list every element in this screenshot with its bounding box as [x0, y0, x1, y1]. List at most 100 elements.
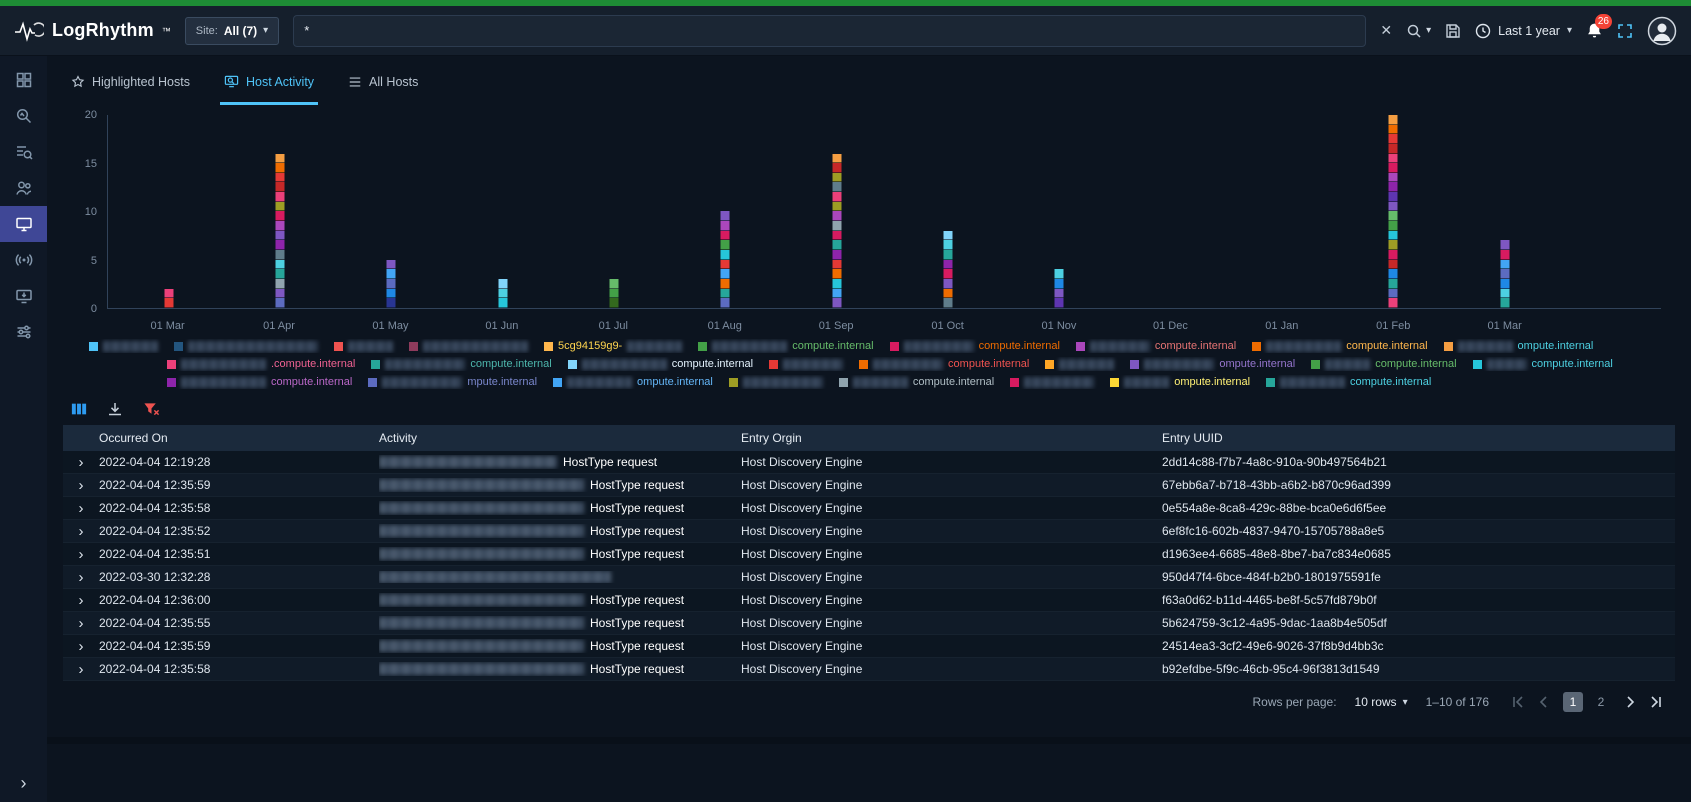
bar-segment[interactable]: [1055, 289, 1064, 299]
bar-segment[interactable]: [944, 298, 953, 308]
bar-segment[interactable]: [275, 182, 284, 192]
bar-segment[interactable]: [1389, 134, 1398, 144]
bar-segment[interactable]: [1389, 144, 1398, 154]
bar-segment[interactable]: [832, 154, 841, 164]
legend-item[interactable]: 5cg94159g9-: [544, 340, 682, 352]
bar-segment[interactable]: [832, 298, 841, 308]
sidebar-item-searches[interactable]: [0, 134, 47, 170]
bar-segment[interactable]: [1500, 298, 1509, 308]
table-row[interactable]: ›2022-04-04 12:35:58HostType requestHost…: [63, 658, 1675, 681]
bar-segment[interactable]: [1389, 298, 1398, 308]
bar-segment[interactable]: [832, 260, 841, 270]
bar-segment[interactable]: [1500, 289, 1509, 299]
bar-segment[interactable]: [832, 240, 841, 250]
bar-segment[interactable]: [387, 289, 396, 299]
bar-segment[interactable]: [1500, 250, 1509, 260]
bar-segment[interactable]: [1389, 154, 1398, 164]
bar-segment[interactable]: [1389, 202, 1398, 212]
legend-item[interactable]: [174, 341, 318, 352]
bar-segment[interactable]: [275, 260, 284, 270]
legend-item[interactable]: ompute.internal: [1444, 340, 1594, 352]
bar-segment[interactable]: [721, 260, 730, 270]
column-header-entry-uuid[interactable]: Entry UUID: [1162, 431, 1675, 445]
tab-host-activity[interactable]: Host Activity: [220, 62, 318, 105]
stacked-bar-01-nov[interactable]: [1055, 269, 1064, 308]
bar-segment[interactable]: [164, 298, 173, 308]
bar-segment[interactable]: [387, 298, 396, 308]
bar-segment[interactable]: [275, 289, 284, 299]
bar-segment[interactable]: [721, 231, 730, 241]
bar-segment[interactable]: [832, 211, 841, 221]
bar-segment[interactable]: [1389, 260, 1398, 270]
bar-segment[interactable]: [832, 279, 841, 289]
column-header-activity[interactable]: Activity: [379, 431, 741, 445]
legend-item[interactable]: compute.internal: [167, 376, 352, 388]
global-search-bar[interactable]: [293, 15, 1366, 47]
bar-segment[interactable]: [944, 240, 953, 250]
stacked-bar-01-jul[interactable]: [609, 279, 618, 308]
legend-item[interactable]: .compute.internal: [167, 358, 355, 370]
bar-segment[interactable]: [498, 298, 507, 308]
bar-segment[interactable]: [944, 260, 953, 270]
search-input[interactable]: [304, 23, 1355, 38]
stacked-bar-01-jun[interactable]: [498, 279, 507, 308]
row-expand-chevron-icon[interactable]: ›: [63, 501, 99, 516]
bar-segment[interactable]: [1389, 240, 1398, 250]
bar-segment[interactable]: [275, 211, 284, 221]
legend-item[interactable]: ompute.internal: [1130, 358, 1295, 370]
legend-item[interactable]: compute.internal: [698, 340, 873, 352]
row-expand-chevron-icon[interactable]: ›: [63, 478, 99, 493]
bar-segment[interactable]: [275, 298, 284, 308]
bar-segment[interactable]: [275, 269, 284, 279]
bar-segment[interactable]: [1389, 279, 1398, 289]
bar-segment[interactable]: [832, 289, 841, 299]
legend-item[interactable]: ompute.internal: [553, 376, 713, 388]
choose-columns-button[interactable]: [71, 401, 87, 417]
bar-segment[interactable]: [944, 269, 953, 279]
bar-segment[interactable]: [387, 279, 396, 289]
sidebar-item-people[interactable]: [0, 170, 47, 206]
bar-segment[interactable]: [275, 240, 284, 250]
row-expand-chevron-icon[interactable]: ›: [63, 455, 99, 470]
table-row[interactable]: ›2022-04-04 12:35:59HostType requestHost…: [63, 635, 1675, 658]
bar-segment[interactable]: [275, 154, 284, 164]
bar-segment[interactable]: [275, 192, 284, 202]
bar-segment[interactable]: [1389, 115, 1398, 125]
legend-item[interactable]: [409, 341, 528, 352]
bar-segment[interactable]: [1389, 231, 1398, 241]
bar-segment[interactable]: [944, 279, 953, 289]
legend-item[interactable]: [334, 341, 393, 352]
bar-segment[interactable]: [498, 279, 507, 289]
bar-segment[interactable]: [721, 221, 730, 231]
legend-item[interactable]: compute.internal: [890, 340, 1060, 352]
stacked-bar-01-apr[interactable]: [275, 154, 284, 308]
row-expand-chevron-icon[interactable]: ›: [63, 662, 99, 677]
bar-segment[interactable]: [1055, 298, 1064, 308]
column-header-entry-origin[interactable]: Entry Orgin: [741, 431, 1162, 445]
stacked-bar-01-mar[interactable]: [164, 289, 173, 308]
table-row[interactable]: ›2022-04-04 12:35:52HostType requestHost…: [63, 520, 1675, 543]
row-expand-chevron-icon[interactable]: ›: [63, 570, 99, 585]
bar-segment[interactable]: [275, 221, 284, 231]
site-selector[interactable]: Site: All (7) ▾: [185, 17, 279, 45]
page-number-2[interactable]: 2: [1591, 692, 1611, 712]
bar-segment[interactable]: [387, 269, 396, 279]
table-row[interactable]: ›2022-04-04 12:35:59HostType requestHost…: [63, 474, 1675, 497]
legend-item[interactable]: compute.internal: [1252, 340, 1427, 352]
legend-item[interactable]: mpute.internal: [368, 376, 537, 388]
row-expand-chevron-icon[interactable]: ›: [63, 616, 99, 631]
bar-segment[interactable]: [944, 250, 953, 260]
time-range-selector[interactable]: Last 1 year ▾: [1475, 23, 1572, 39]
save-search-button[interactable]: [1445, 23, 1461, 39]
sidebar-item-dashboards[interactable]: [0, 62, 47, 98]
bar-segment[interactable]: [1389, 125, 1398, 135]
export-download-button[interactable]: [107, 401, 123, 417]
legend-item[interactable]: compute.internal: [839, 376, 994, 388]
bar-segment[interactable]: [1500, 260, 1509, 270]
stacked-bar-01-oct[interactable]: [944, 231, 953, 308]
bar-segment[interactable]: [275, 250, 284, 260]
legend-item[interactable]: compute.internal: [1266, 376, 1431, 388]
notifications-button[interactable]: 26: [1586, 22, 1603, 39]
bar-segment[interactable]: [721, 250, 730, 260]
bar-segment[interactable]: [721, 211, 730, 221]
